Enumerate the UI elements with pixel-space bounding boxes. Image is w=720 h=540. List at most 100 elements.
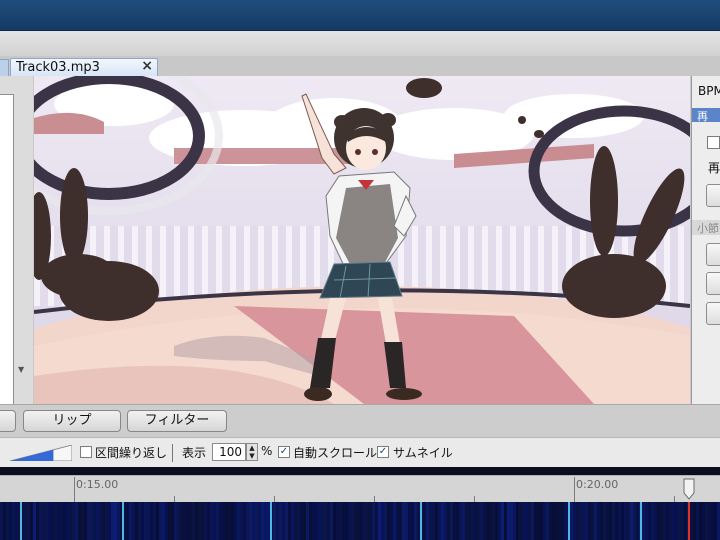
- thumbnail-checkbox[interactable]: ✓: [377, 446, 389, 458]
- playback-label: 再: [708, 161, 720, 175]
- time-ruler[interactable]: 0:15.00 0:20.00: [0, 475, 720, 503]
- waveform-band: [552, 502, 555, 540]
- separator: [172, 444, 173, 462]
- waveform-band: [702, 502, 705, 540]
- waveform-band: [411, 502, 414, 540]
- tab-track03[interactable]: Track03.mp3 ×: [10, 58, 158, 76]
- waveform-band: [42, 502, 45, 540]
- waveform-band: [342, 502, 345, 540]
- scroll-down-arrow-icon[interactable]: ▼: [18, 365, 24, 374]
- waveform-band: [618, 502, 621, 540]
- truncated-button[interactable]: [0, 410, 16, 432]
- left-list[interactable]: [0, 94, 14, 454]
- right-panel: BPM 再​ 再 小節: [691, 76, 720, 404]
- waveform-band: [606, 502, 609, 540]
- waveform-band: [285, 502, 288, 540]
- waveform-band: [483, 502, 486, 540]
- waveform-band: [216, 502, 219, 540]
- waveform-band: [471, 502, 474, 540]
- beat-marker: [122, 502, 124, 540]
- waveform-band: [144, 502, 147, 540]
- waveform-band: [54, 502, 57, 540]
- waveform-band: [480, 502, 483, 540]
- waveform-band: [561, 502, 564, 540]
- playhead-line: [688, 502, 690, 540]
- waveform-band: [234, 502, 237, 540]
- auto-scroll-checkbox[interactable]: ✓: [278, 446, 290, 458]
- tab-label: Track03.mp3: [16, 60, 100, 75]
- waveform-band: [252, 502, 255, 540]
- volume-slider[interactable]: [10, 445, 72, 461]
- waveform-band: [6, 502, 9, 540]
- waveform-band: [462, 502, 465, 540]
- zoom-spinner-icon[interactable]: ▲ ▼: [246, 443, 258, 461]
- waveform-band: [204, 502, 207, 540]
- bar-button-3[interactable]: [706, 302, 720, 325]
- loop-checkbox[interactable]: [80, 446, 92, 458]
- waveform-band: [9, 502, 12, 540]
- waveform-band: [174, 502, 177, 540]
- waveform-band: [168, 502, 171, 540]
- filter-button[interactable]: フィルター: [127, 410, 227, 432]
- waveform-band: [432, 502, 435, 540]
- waveform-band: [165, 502, 168, 540]
- waveform-band: [15, 502, 18, 540]
- waveform-band: [384, 502, 387, 540]
- waveform-band: [249, 502, 252, 540]
- waveform-band: [447, 502, 450, 540]
- waveform-band: [636, 502, 639, 540]
- waveform-band: [312, 502, 315, 540]
- waveform-band: [147, 502, 150, 540]
- waveform-band: [492, 502, 495, 540]
- waveform-band: [81, 502, 84, 540]
- waveform-band: [66, 502, 69, 540]
- bar-button-1[interactable]: [706, 243, 720, 266]
- waveform-band: [429, 502, 432, 540]
- right-panel-checkbox[interactable]: [707, 136, 720, 149]
- right-panel-button[interactable]: [706, 184, 720, 207]
- timeline[interactable]: 0:15.00 0:20.00: [0, 467, 720, 540]
- playhead-handle[interactable]: [683, 478, 695, 500]
- waveform-band: [108, 502, 111, 540]
- waveform-band: [501, 502, 504, 540]
- waveform-band: [132, 502, 135, 540]
- waveform-band: [366, 502, 369, 540]
- waveform-band: [189, 502, 192, 540]
- waveform-band: [57, 502, 60, 540]
- bar-section-header: 小節: [692, 220, 720, 235]
- waveform-band: [348, 502, 351, 540]
- waveform-band: [525, 502, 528, 540]
- waveform-band: [357, 502, 360, 540]
- beat-marker: [640, 502, 642, 540]
- waveform-band: [291, 502, 294, 540]
- waveform-band: [282, 502, 285, 540]
- bar-button-2[interactable]: [706, 272, 720, 295]
- waveform-band: [318, 502, 321, 540]
- waveform-band: [231, 502, 234, 540]
- zoom-input[interactable]: 100: [212, 443, 246, 461]
- waveform-band: [534, 502, 537, 540]
- waveform-band: [477, 502, 480, 540]
- tab-close-icon[interactable]: ×: [141, 58, 153, 74]
- waveform-band: [594, 502, 597, 540]
- waveform-band: [627, 502, 630, 540]
- waveform-band: [324, 502, 327, 540]
- waveform-band: [693, 502, 696, 540]
- rip-button[interactable]: リップ: [23, 410, 121, 432]
- waveform-band: [3, 502, 6, 540]
- waveform-band: [27, 502, 30, 540]
- waveform-band: [75, 502, 78, 540]
- waveform-band: [396, 502, 399, 540]
- waveform-band: [588, 502, 591, 540]
- time-mark-1: 0:15.00: [76, 478, 119, 491]
- waveform-band: [390, 502, 393, 540]
- video-preview[interactable]: [34, 76, 690, 404]
- waveform-band: [711, 502, 714, 540]
- waveform-band: [321, 502, 324, 540]
- waveform-band: [708, 502, 711, 540]
- waveform-display[interactable]: [0, 502, 720, 540]
- beat-marker: [420, 502, 422, 540]
- button-toolbar: リップ フィルター: [0, 404, 720, 438]
- waveform-band: [360, 502, 363, 540]
- beat-marker: [20, 502, 22, 540]
